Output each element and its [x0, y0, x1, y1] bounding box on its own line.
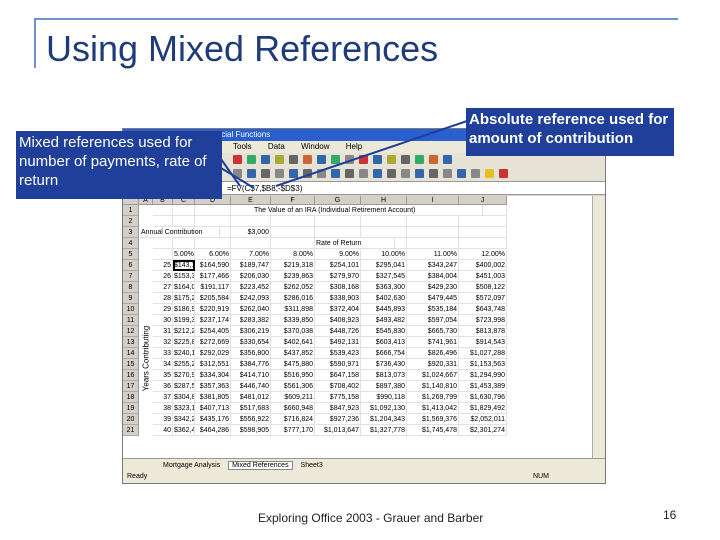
arrow-left-1	[215, 151, 241, 187]
slide-footer: Exploring Office 2003 - Grauer and Barbe…	[258, 511, 484, 525]
arrow-left-2	[215, 164, 255, 189]
callout-arrows	[215, 119, 471, 189]
arrow-right	[275, 119, 471, 187]
page-number: 16	[663, 508, 677, 522]
